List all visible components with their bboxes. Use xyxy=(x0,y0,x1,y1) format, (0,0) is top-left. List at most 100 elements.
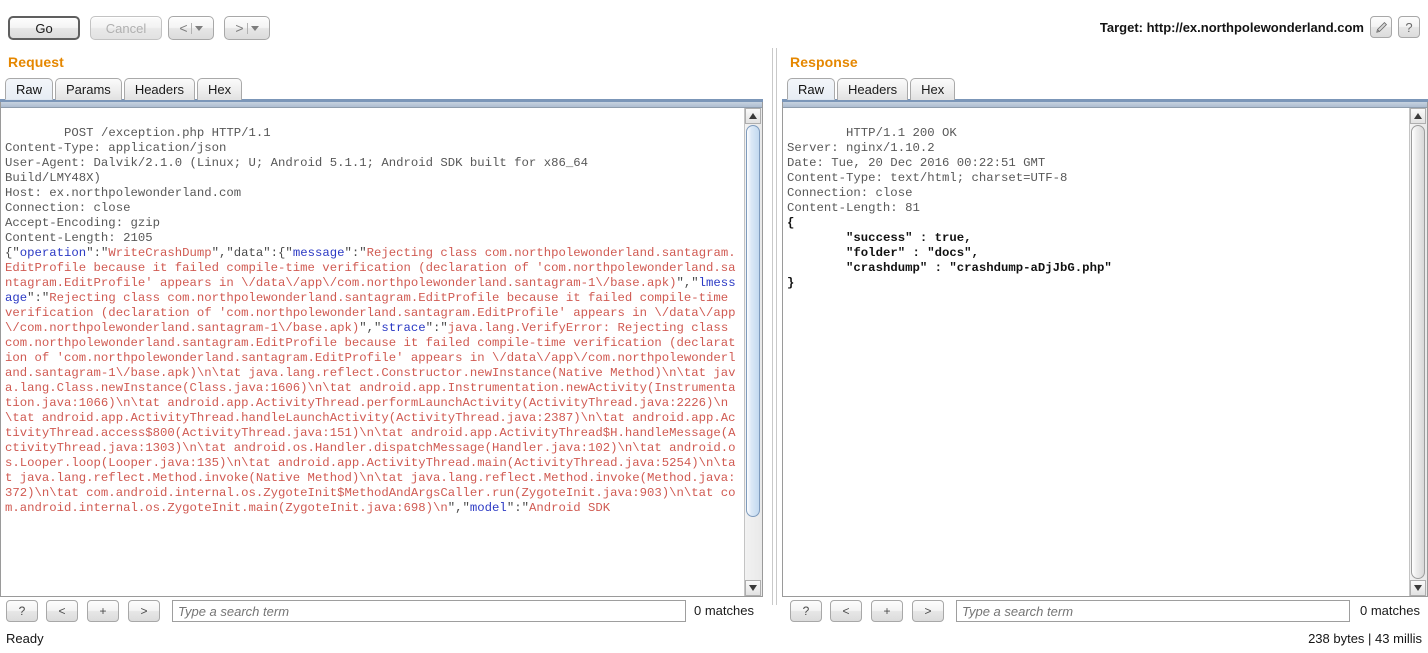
question-mark-icon: ? xyxy=(802,604,810,618)
response-panel-title: Response xyxy=(790,54,858,70)
scrollbar-thumb[interactable] xyxy=(746,125,760,517)
response-editor[interactable]: HTTP/1.1 200 OK Server: nginx/1.10.2 Dat… xyxy=(782,102,1428,597)
json-punct: ":" xyxy=(425,321,448,335)
pencil-icon xyxy=(1375,21,1387,33)
scrollbar-thumb[interactable] xyxy=(1411,125,1425,579)
tab-response-headers[interactable]: Headers xyxy=(837,78,909,100)
json-punct: "," xyxy=(359,321,382,335)
request-panel-title: Request xyxy=(8,54,64,70)
tab-request-params[interactable]: Params xyxy=(55,78,122,100)
tab-label: Params xyxy=(66,82,111,97)
json-key: strace xyxy=(381,321,426,335)
json-key: message xyxy=(292,246,345,260)
response-code-area[interactable]: HTTP/1.1 200 OK Server: nginx/1.10.2 Dat… xyxy=(783,108,1410,596)
question-mark-icon: ? xyxy=(18,604,26,618)
tab-request-hex[interactable]: Hex xyxy=(196,78,243,100)
request-search-add-button[interactable]: + xyxy=(87,600,119,622)
request-editor[interactable]: POST /exception.php HTTP/1.1 Content-Typ… xyxy=(0,102,763,597)
chevron-left-icon: < xyxy=(179,20,188,36)
json-str: WriteCrashDump xyxy=(108,246,212,260)
json-punct: ","data":{" xyxy=(211,246,293,260)
request-tabstrip: Raw Params Headers Hex xyxy=(5,78,243,100)
request-match-count: 0 matches xyxy=(694,603,754,618)
scroll-up-arrow-icon[interactable] xyxy=(745,108,761,124)
response-search-next-button[interactable]: > xyxy=(912,600,944,622)
scroll-up-arrow-icon[interactable] xyxy=(1410,108,1426,124)
target-label: Target: http://ex.northpolewonderland.co… xyxy=(1099,19,1364,35)
json-str: java.lang.VerifyError: Rejecting class c… xyxy=(5,321,736,515)
request-search-prev-button[interactable]: < xyxy=(46,600,78,622)
response-headers-text: HTTP/1.1 200 OK Server: nginx/1.10.2 Dat… xyxy=(787,126,1068,215)
json-punct: "," xyxy=(447,501,470,515)
status-text: Ready xyxy=(6,631,44,646)
tab-label: Headers xyxy=(134,82,184,97)
forward-button-inner: > xyxy=(235,20,259,36)
tab-label: Hex xyxy=(207,82,232,97)
chevron-right-icon: > xyxy=(235,20,244,36)
json-punct: {" xyxy=(5,246,20,260)
target-area: Target: http://ex.northpolewonderland.co… xyxy=(1100,16,1420,38)
go-button[interactable]: Go xyxy=(8,16,80,40)
scroll-down-arrow-icon[interactable] xyxy=(1410,580,1426,596)
request-search-help-button[interactable]: ? xyxy=(6,600,38,622)
response-stats-text: 238 bytes | 43 millis xyxy=(1308,631,1422,646)
tab-label: Raw xyxy=(16,81,43,97)
tab-response-raw[interactable]: Raw xyxy=(787,78,836,100)
back-history-button[interactable]: < xyxy=(168,16,214,40)
tab-label: Headers xyxy=(848,82,898,97)
json-punct: ":" xyxy=(86,246,109,260)
status-bar: Ready 238 bytes | 43 millis xyxy=(0,628,1428,653)
burp-repeater-window: Go Cancel < > Target: http://ex.northpol… xyxy=(0,0,1428,653)
cancel-button[interactable]: Cancel xyxy=(90,16,162,40)
response-search-input[interactable] xyxy=(956,600,1350,622)
edit-target-button[interactable] xyxy=(1370,16,1392,38)
back-button-inner: < xyxy=(179,20,203,36)
go-button-label: Go xyxy=(35,20,53,36)
response-search-add-button[interactable]: + xyxy=(871,600,903,622)
tab-label: Raw xyxy=(798,81,825,97)
response-tabstrip: Raw Headers Hex xyxy=(787,78,956,100)
chevron-right-icon: > xyxy=(140,604,148,618)
cancel-button-label: Cancel xyxy=(105,20,147,36)
divider xyxy=(190,22,192,34)
request-search-next-button[interactable]: > xyxy=(128,600,160,622)
json-key: model xyxy=(469,501,507,515)
request-scrollbar[interactable] xyxy=(744,108,762,596)
json-str: Android SDK xyxy=(528,501,611,515)
question-mark-icon: ? xyxy=(1405,19,1413,35)
help-button[interactable]: ? xyxy=(1398,16,1420,38)
response-match-count: 0 matches xyxy=(1360,603,1420,618)
json-punct: ":" xyxy=(506,501,529,515)
request-code-area[interactable]: POST /exception.php HTTP/1.1 Content-Typ… xyxy=(1,108,745,596)
top-toolbar: Go Cancel < > Target: http://ex.northpol… xyxy=(0,0,1428,48)
tab-label: Hex xyxy=(921,82,945,97)
request-panel: Request Raw Params Headers Hex POST /exc… xyxy=(0,48,768,605)
request-search-input[interactable] xyxy=(172,600,686,622)
plus-icon: + xyxy=(883,604,891,618)
chevron-down-icon xyxy=(194,25,203,31)
response-body-text: { "success" : true, "folder" : "docs", "… xyxy=(787,216,1112,290)
chevron-left-icon: < xyxy=(58,604,66,618)
scroll-down-arrow-icon[interactable] xyxy=(745,580,761,596)
chevron-right-icon: > xyxy=(924,604,932,618)
json-punct: ":" xyxy=(27,291,50,305)
plus-icon: + xyxy=(99,604,107,618)
forward-history-button[interactable]: > xyxy=(224,16,270,40)
response-search-help-button[interactable]: ? xyxy=(790,600,822,622)
tab-response-hex[interactable]: Hex xyxy=(910,78,956,100)
response-scrollbar[interactable] xyxy=(1409,108,1427,596)
response-panel: Response Raw Headers Hex HTTP/1.1 200 OK… xyxy=(782,48,1428,605)
chevron-left-icon: < xyxy=(842,604,850,618)
request-headers-text: POST /exception.php HTTP/1.1 Content-Typ… xyxy=(5,126,588,245)
tab-request-headers[interactable]: Headers xyxy=(123,78,195,100)
json-key: operation xyxy=(19,246,87,260)
tab-request-raw[interactable]: Raw xyxy=(5,78,54,100)
request-body-text: {"operation":"WriteCrashDump","data":{"m… xyxy=(5,246,736,515)
json-punct: "," xyxy=(676,276,699,290)
panel-split-divider[interactable] xyxy=(770,48,780,605)
response-search-prev-button[interactable]: < xyxy=(830,600,862,622)
response-search-bar: ? < + > 0 matches xyxy=(790,600,1428,626)
json-punct: ":" xyxy=(344,246,367,260)
chevron-down-icon xyxy=(250,25,259,31)
divider xyxy=(246,22,248,34)
